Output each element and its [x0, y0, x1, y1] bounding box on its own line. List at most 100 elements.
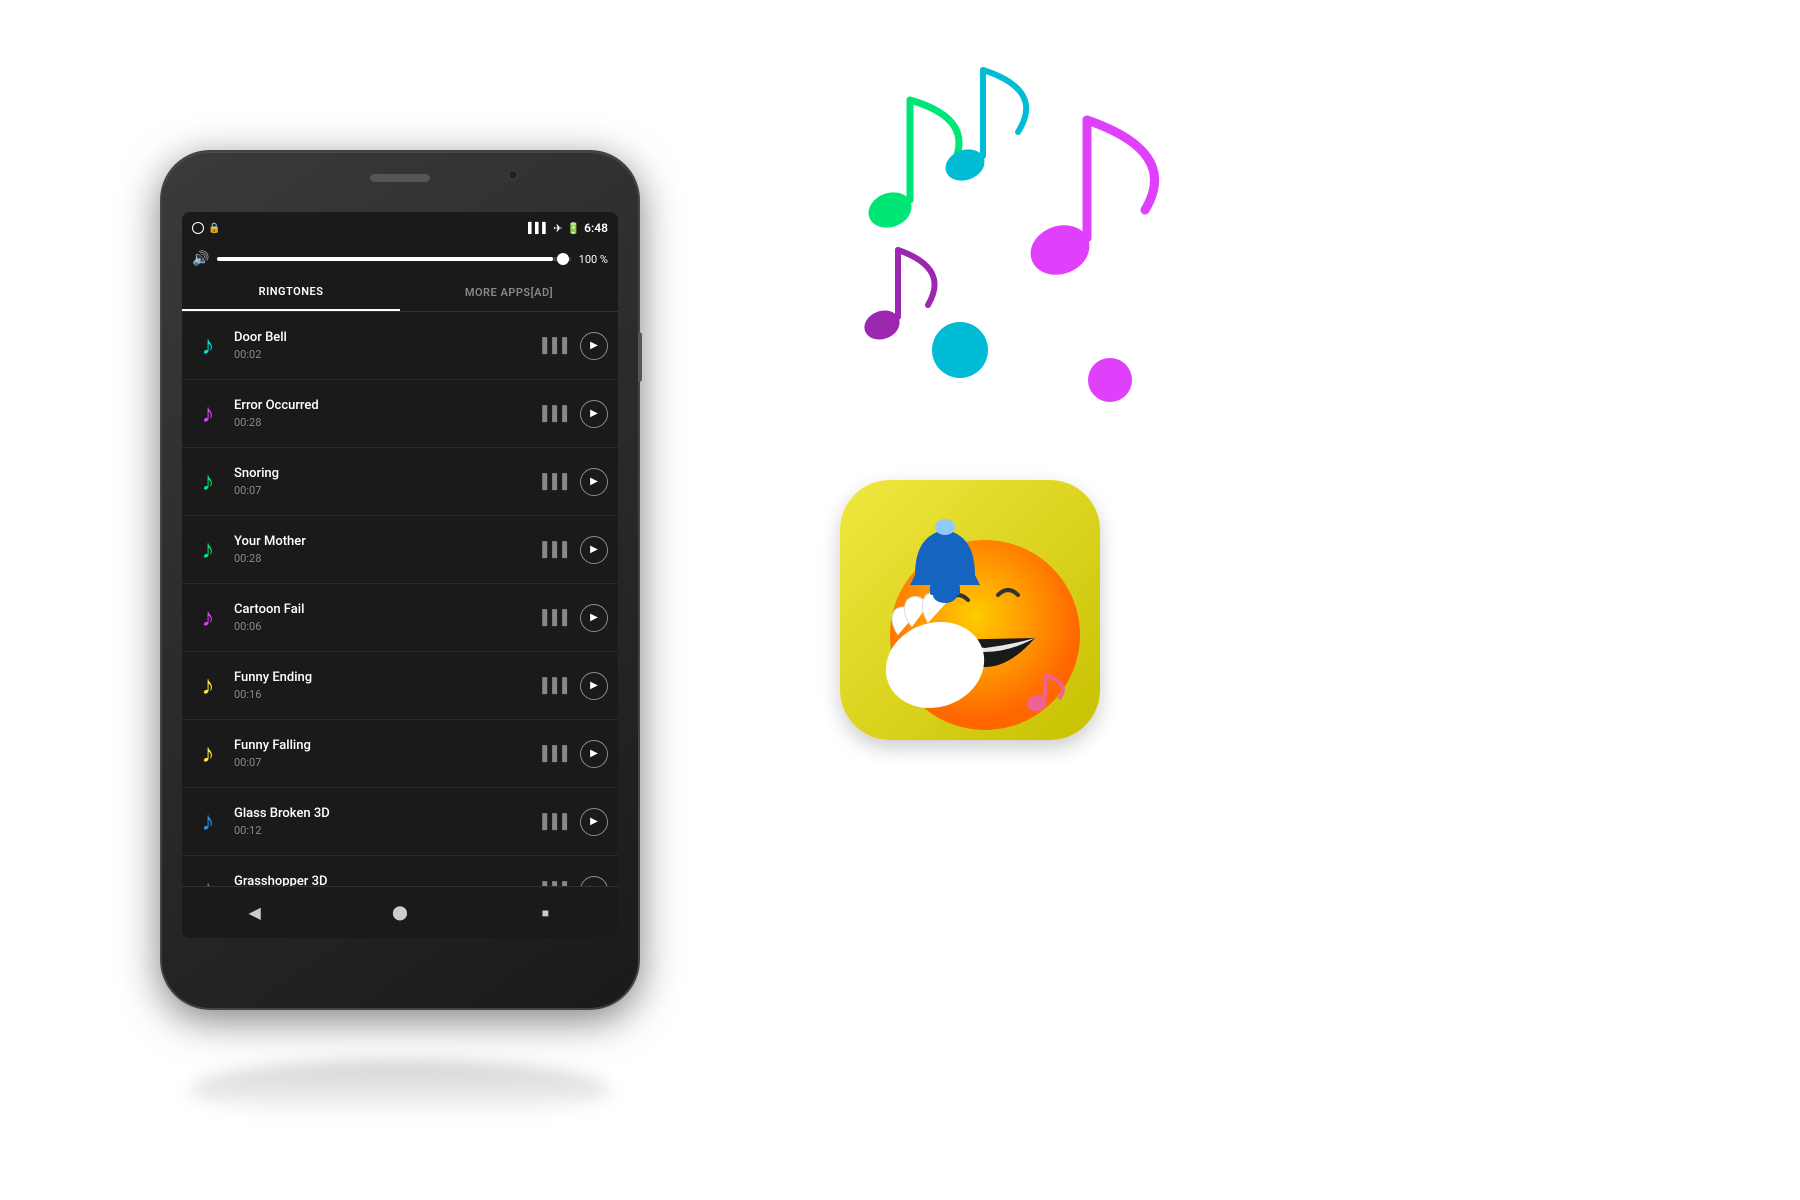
phone-speaker [370, 174, 430, 182]
status-bar: 🔒 ▌▌▌ ✈ 🔋 6:48 [182, 212, 618, 244]
song-title: Funny Falling [234, 738, 532, 753]
volume-bar-row[interactable]: 🔊 100 % [182, 244, 618, 274]
tab-ringtones[interactable]: RINGTONES [182, 274, 400, 311]
song-info: Your Mother 00:28 [234, 534, 532, 565]
song-info: Grasshopper 3D 00:06 [234, 874, 532, 886]
bars-icon: ▌▌▌ [542, 473, 572, 490]
recents-button[interactable]: ■ [529, 897, 561, 929]
phone-device: 🔒 ▌▌▌ ✈ 🔋 6:48 🔊 100 % [160, 150, 640, 1050]
song-title: Your Mother [234, 534, 532, 549]
status-right: ▌▌▌ ✈ 🔋 6:48 [528, 221, 608, 235]
note-icon: ♪ [192, 330, 224, 362]
song-duration: 00:07 [234, 484, 532, 497]
play-button[interactable]: ▶ [580, 740, 608, 768]
note-icon: ♪ [192, 806, 224, 838]
song-item[interactable]: ♪ Glass Broken 3D 00:12 ▌▌▌ ▶ [182, 788, 618, 856]
play-button[interactable]: ▶ [580, 672, 608, 700]
song-info: Door Bell 00:02 [234, 330, 532, 361]
song-info: Glass Broken 3D 00:12 [234, 806, 532, 837]
song-duration: 00:06 [234, 620, 532, 633]
status-lock-icon: 🔒 [208, 223, 220, 234]
bars-icon: ▌▌▌ [542, 541, 572, 558]
song-item[interactable]: ♪ Funny Falling 00:07 ▌▌▌ ▶ [182, 720, 618, 788]
status-left: 🔒 [192, 222, 220, 234]
airplane-icon: ✈ [553, 222, 562, 235]
bottom-nav: ◀ ⬤ ■ [182, 886, 618, 938]
signal-icon: ▌▌▌ [528, 223, 549, 234]
song-duration: 00:02 [234, 348, 532, 361]
phone-screen: 🔒 ▌▌▌ ✈ 🔋 6:48 🔊 100 % [182, 212, 618, 938]
play-button[interactable]: ▶ [580, 604, 608, 632]
song-info: Snoring 00:07 [234, 466, 532, 497]
tab-more-apps[interactable]: MORE APPS[AD] [400, 274, 618, 311]
song-controls: ▌▌▌ ▶ [542, 672, 608, 700]
song-controls: ▌▌▌ ▶ [542, 536, 608, 564]
song-title: Cartoon Fail [234, 602, 532, 617]
song-duration: 00:28 [234, 416, 532, 429]
bars-icon: ▌▌▌ [542, 677, 572, 694]
volume-thumb[interactable] [557, 253, 569, 265]
battery-icon: 🔋 [566, 222, 580, 235]
song-duration: 00:28 [234, 552, 532, 565]
song-controls: ▌▌▌ ▶ [542, 332, 608, 360]
song-controls: ▌▌▌ ▶ [542, 740, 608, 768]
play-button[interactable]: ▶ [580, 876, 608, 887]
song-controls: ▌▌▌ ▶ [542, 808, 608, 836]
play-button[interactable]: ▶ [580, 332, 608, 360]
play-button[interactable]: ▶ [580, 400, 608, 428]
time-display: 6:48 [584, 221, 608, 235]
song-title: Grasshopper 3D [234, 874, 532, 886]
note-icon: ♪ [192, 670, 224, 702]
song-title: Error Occurred [234, 398, 532, 413]
note-icon: ♪ [192, 874, 224, 887]
song-controls: ▌▌▌ ▶ [542, 876, 608, 887]
play-button[interactable]: ▶ [580, 808, 608, 836]
bars-icon: ▌▌▌ [542, 813, 572, 830]
bars-icon: ▌▌▌ [542, 745, 572, 762]
song-title: Funny Ending [234, 670, 532, 685]
song-info: Funny Ending 00:16 [234, 670, 532, 701]
phone-reflection [190, 1060, 610, 1120]
bars-icon: ▌▌▌ [542, 337, 572, 354]
volume-track[interactable] [217, 257, 570, 261]
app-icon-background [840, 480, 1100, 740]
song-item[interactable]: ♪ Funny Ending 00:16 ▌▌▌ ▶ [182, 652, 618, 720]
song-duration: 00:16 [234, 688, 532, 701]
song-title: Snoring [234, 466, 532, 481]
song-duration: 00:07 [234, 756, 532, 769]
back-button[interactable]: ◀ [239, 897, 271, 929]
song-item[interactable]: ♪ Door Bell 00:02 ▌▌▌ ▶ [182, 312, 618, 380]
phone-body: 🔒 ▌▌▌ ✈ 🔋 6:48 🔊 100 % [160, 150, 640, 1010]
status-circle-1 [192, 222, 204, 234]
song-item[interactable]: ♪ Cartoon Fail 00:06 ▌▌▌ ▶ [182, 584, 618, 652]
song-info: Cartoon Fail 00:06 [234, 602, 532, 633]
song-item[interactable]: ♪ Snoring 00:07 ▌▌▌ ▶ [182, 448, 618, 516]
right-panel [720, 60, 1620, 1140]
song-item[interactable]: ♪ Your Mother 00:28 ▌▌▌ ▶ [182, 516, 618, 584]
home-button[interactable]: ⬤ [384, 897, 416, 929]
note-icon: ♪ [192, 738, 224, 770]
side-button [638, 332, 642, 382]
song-duration: 00:12 [234, 824, 532, 837]
song-info: Error Occurred 00:28 [234, 398, 532, 429]
app-icon [840, 480, 1120, 760]
note-icon: ♪ [192, 602, 224, 634]
song-title: Glass Broken 3D [234, 806, 532, 821]
play-button[interactable]: ▶ [580, 536, 608, 564]
song-controls: ▌▌▌ ▶ [542, 468, 608, 496]
song-list: ♪ Door Bell 00:02 ▌▌▌ ▶ ♪ Error Occurred… [182, 312, 618, 886]
bars-icon: ▌▌▌ [542, 405, 572, 422]
music-notes-illustration [800, 60, 1200, 440]
song-controls: ▌▌▌ ▶ [542, 400, 608, 428]
play-button[interactable]: ▶ [580, 468, 608, 496]
phone-camera [508, 170, 518, 180]
note-icon: ♪ [192, 398, 224, 430]
song-item[interactable]: ♪ Grasshopper 3D 00:06 ▌▌▌ ▶ [182, 856, 618, 886]
note-icon: ♪ [192, 534, 224, 566]
bars-icon: ▌▌▌ [542, 609, 572, 626]
song-item[interactable]: ♪ Error Occurred 00:28 ▌▌▌ ▶ [182, 380, 618, 448]
note-icon: ♪ [192, 466, 224, 498]
tabs-row: RINGTONES MORE APPS[AD] [182, 274, 618, 312]
song-title: Door Bell [234, 330, 532, 345]
song-controls: ▌▌▌ ▶ [542, 604, 608, 632]
